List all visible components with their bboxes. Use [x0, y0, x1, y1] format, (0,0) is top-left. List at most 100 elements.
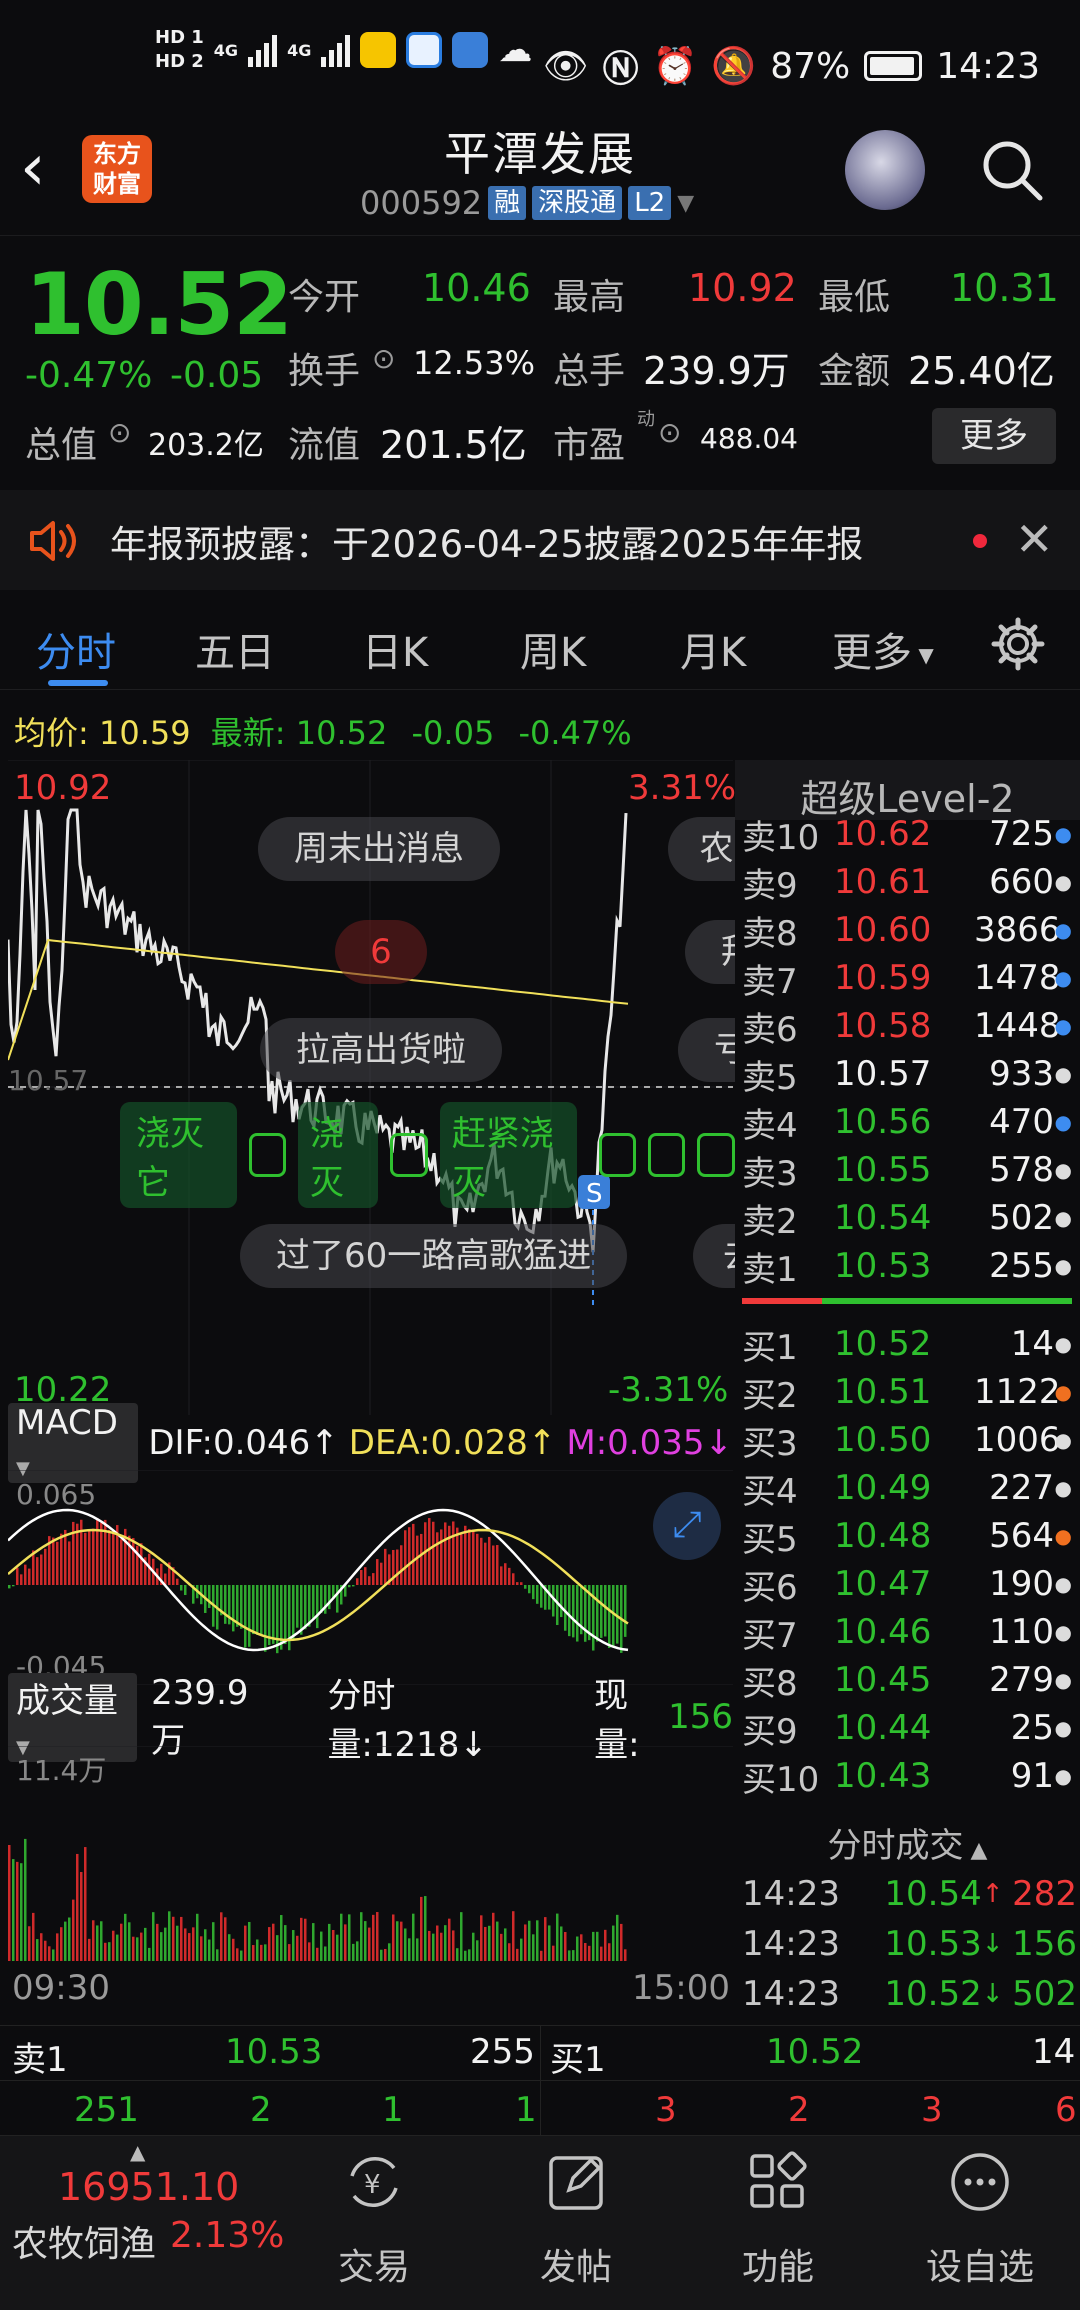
danmaku-fire: 赶紧浇灭 [439, 1102, 577, 1208]
volume-bar [596, 1931, 599, 1961]
nav-trade[interactable]: 交易 [304, 2238, 444, 2290]
close-icon[interactable]: ✕ [1015, 512, 1054, 566]
index-pct[interactable]: 2.13% [170, 2215, 284, 2256]
macd-bar [488, 1536, 491, 1585]
bid-row[interactable]: 买9 10.44 25 ● [742, 1704, 1072, 1752]
stock-code-row[interactable]: 000592 融 深股通 L2 ▼ [360, 184, 694, 222]
macd-bar [596, 1585, 599, 1642]
more-dots-icon[interactable] [948, 2150, 1012, 2214]
expand-icon[interactable]: ⤢ [653, 1492, 721, 1560]
ask-row[interactable]: 卖1 10.53 255 ● [742, 1242, 1072, 1290]
robot-avatar-icon[interactable] [845, 130, 925, 210]
volume-bar [188, 1933, 191, 1961]
macd-bar [232, 1585, 235, 1632]
bid-row[interactable]: 买3 10.50 1006 ● [742, 1416, 1072, 1464]
amount-label: 金额 [818, 351, 891, 392]
volume-bar [300, 1917, 303, 1961]
bid-row[interactable]: 买4 10.49 227 ● [742, 1464, 1072, 1512]
macd-bar [584, 1585, 587, 1642]
search-icon[interactable] [980, 138, 1044, 202]
tab-day-k[interactable]: 日K [362, 620, 428, 678]
macd-bar [520, 1582, 523, 1585]
trade-icon[interactable]: ¥ [342, 2150, 406, 2214]
nav-post[interactable]: 发帖 [506, 2238, 646, 2290]
edit-icon[interactable] [545, 2150, 609, 2214]
volume-bar [156, 1923, 159, 1961]
nav-watchlist[interactable]: 设自选 [910, 2238, 1050, 2290]
order-dot: ● [1054, 1572, 1072, 1596]
tab-five-day[interactable]: 五日 [195, 620, 275, 678]
tab-more[interactable]: 更多 ▼ [832, 620, 934, 678]
trade-row[interactable]: 14:23 10.54 ↑ 282 [742, 1870, 1077, 1918]
index-name[interactable]: 农牧饲渔 [12, 2215, 156, 2267]
gear-icon[interactable] [990, 616, 1046, 672]
level-label: 买3 [742, 1423, 798, 1464]
macd-bar [532, 1585, 535, 1600]
macd-bar [120, 1539, 123, 1585]
macd-chart[interactable]: 0.065 -0.045 [8, 1470, 733, 1685]
ask-row[interactable]: 卖8 10.60 3866 ● [742, 906, 1072, 954]
order-dot: ● [1054, 1158, 1072, 1182]
volume-bar [100, 1921, 103, 1961]
danmaku-bubble[interactable]: 拉高出货啦 [260, 1018, 502, 1082]
notice-bar[interactable]: 年报预披露：于2026-04-25披露2025年年报 [0, 490, 1080, 590]
volume-chart[interactable]: 11.4万 [8, 1746, 733, 1961]
ask-row[interactable]: 卖3 10.55 578 ● [742, 1146, 1072, 1194]
volume-bar [376, 1912, 379, 1961]
nav-function[interactable]: 功能 [708, 2238, 848, 2290]
ask-row[interactable]: 卖4 10.56 470 ● [742, 1098, 1072, 1146]
index-value[interactable]: 16951.10 [58, 2165, 239, 2209]
tab-month-k[interactable]: 月K [680, 620, 746, 678]
danmaku-bubble[interactable]: 农 [668, 817, 735, 881]
time-start: 09:30 [12, 1968, 110, 2008]
trades-title[interactable]: 分时成交 ▲ [735, 1818, 1080, 1867]
ask-row[interactable]: 卖9 10.61 660 ● [742, 858, 1072, 906]
ask-row[interactable]: 卖6 10.58 1448 ● [742, 1002, 1072, 1050]
bid-row[interactable]: 买1 10.52 14 ● [742, 1320, 1072, 1368]
level-price: 10.60 [834, 910, 932, 950]
trade-row[interactable]: 14:23 10.53 ↓ 156 [742, 1920, 1077, 1968]
bid-row[interactable]: 买7 10.46 110 ● [742, 1608, 1072, 1656]
danmaku-bubble[interactable]: 周末出消息 [258, 817, 500, 881]
volume-bar [228, 1934, 231, 1961]
volume-bar [588, 1945, 591, 1961]
bq-sell-price: 10.53 [225, 2032, 323, 2072]
volume-bar [280, 1915, 283, 1961]
bid-row[interactable]: 买8 10.45 279 ● [742, 1656, 1072, 1704]
ask-row[interactable]: 卖2 10.54 502 ● [742, 1194, 1072, 1242]
chevron-down-icon[interactable]: ▼ [677, 191, 694, 216]
bid-row[interactable]: 买6 10.47 190 ● [742, 1560, 1072, 1608]
volume-bar [548, 1925, 551, 1961]
ask-row[interactable]: 卖10 10.62 725 ● [742, 810, 1072, 858]
danmaku-bubble[interactable]: 过了60一路高歌猛进 [240, 1224, 628, 1288]
macd-bar [60, 1533, 63, 1585]
turnover-info-icon[interactable]: ⊙ [372, 342, 395, 375]
tab-fenshi[interactable]: 分时 [36, 620, 116, 678]
bid-row[interactable]: 买10 10.43 91 ● [742, 1752, 1072, 1800]
ask-row[interactable]: 卖7 10.59 1478 ● [742, 954, 1072, 1002]
bid-row[interactable]: 买5 10.48 564 ● [742, 1512, 1072, 1560]
pe-info-icon[interactable]: ⊙ [658, 416, 681, 449]
trade-row[interactable]: 14:23 10.52 ↓ 502 [742, 1970, 1077, 2018]
volume-bar [420, 1896, 423, 1961]
volume-bar [424, 1896, 427, 1961]
mcap-info-icon[interactable]: ⊙ [108, 416, 131, 449]
volume-bar [68, 1917, 71, 1961]
volume-bar [312, 1923, 315, 1961]
bid-row[interactable]: 买2 10.51 1122 ● [742, 1368, 1072, 1416]
volume-max-label: 11.4万 [16, 1754, 106, 1787]
tab-week-k[interactable]: 周K [520, 620, 586, 678]
volume-bar [28, 1926, 31, 1961]
grid-icon[interactable] [746, 2150, 810, 2214]
macd-bar [436, 1532, 439, 1585]
ask-row[interactable]: 卖5 10.57 933 ● [742, 1050, 1072, 1098]
danmaku-count[interactable]: 6 [335, 920, 427, 984]
more-button[interactable]: 更多 [932, 408, 1056, 464]
danmaku-fire-row[interactable]: 浇灭它 浇灭 赶紧浇灭 [120, 1102, 735, 1208]
trade-arrow: ↑ [981, 1879, 1004, 1909]
macd-bar [256, 1585, 259, 1635]
macd-bar [132, 1538, 135, 1585]
danmaku-bubble[interactable]: 亏 [678, 1018, 748, 1082]
macd-bar [384, 1548, 387, 1585]
volume-bar [172, 1916, 175, 1961]
